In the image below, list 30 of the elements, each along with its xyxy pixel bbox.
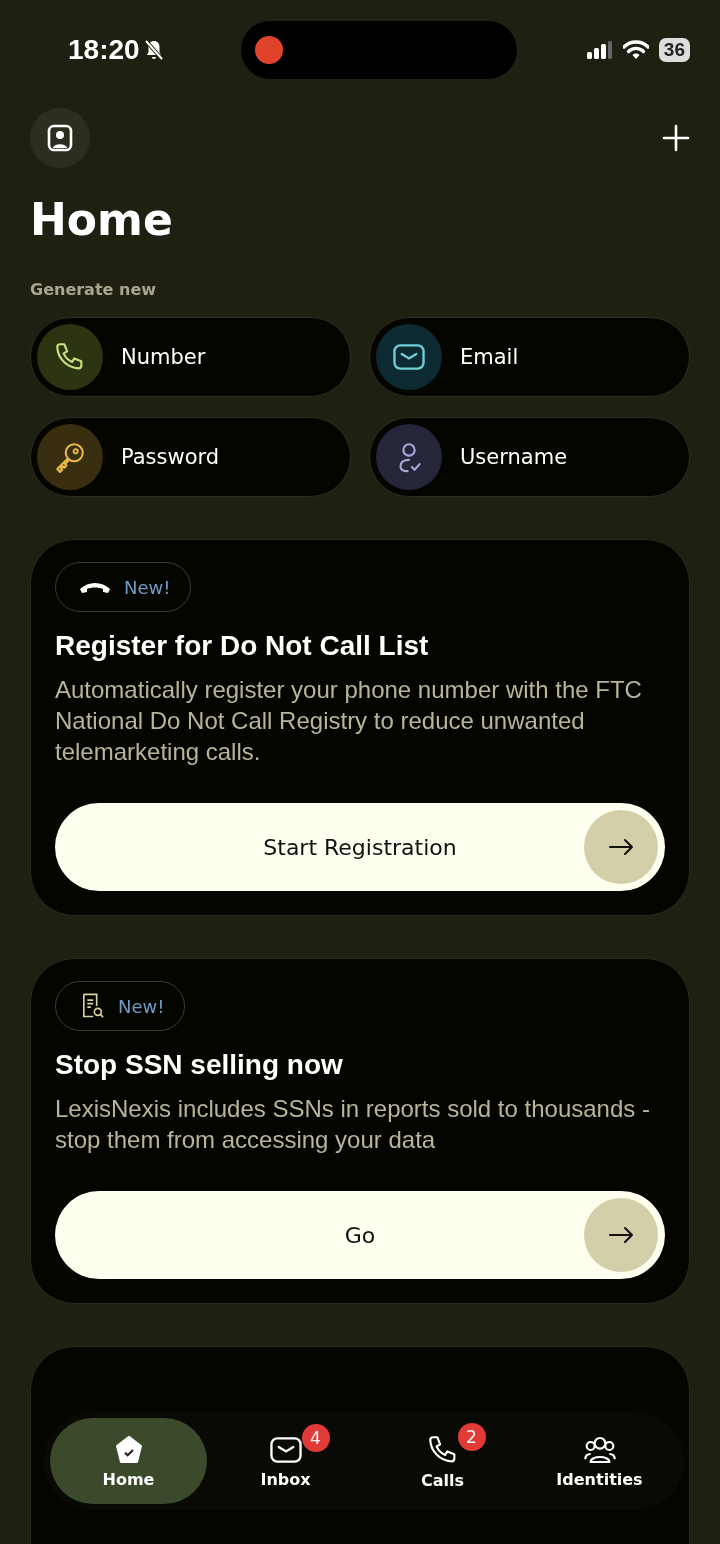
- card-title: Stop SSN selling now: [55, 1049, 344, 1081]
- notification-badge: 4: [301, 1423, 330, 1452]
- action-button[interactable]: Go: [55, 1191, 665, 1279]
- generate-button[interactable]: Password: [30, 417, 351, 497]
- badge-label: New!: [124, 576, 171, 598]
- page-title: Home: [30, 193, 174, 247]
- arrow-right-icon: [582, 1196, 660, 1274]
- generate-button[interactable]: Number: [30, 317, 351, 397]
- notification-badge: 2: [457, 1422, 486, 1451]
- phone-hang-up-icon: [78, 580, 112, 594]
- signal-icon: [586, 41, 613, 59]
- generate-button[interactable]: Username: [369, 417, 690, 497]
- tab[interactable]: 2 Calls: [364, 1418, 521, 1504]
- envelope-icon: [391, 341, 427, 373]
- add-icon[interactable]: [662, 124, 690, 152]
- card-description: Automatically register your phone number with the FTC National Do Not Call Registry to reduce unwanted telemarketing calls.: [55, 675, 643, 767]
- arrow-right-icon: [582, 808, 660, 886]
- action-button[interactable]: Start Registration: [55, 803, 665, 891]
- clock-time: 18:20: [68, 34, 140, 66]
- tab[interactable]: 4 Inbox: [207, 1418, 364, 1504]
- card-description: LexisNexis includes SSNs in reports sold to thousands - stop them from accessing your data: [55, 1094, 651, 1155]
- section-label: Generate new: [30, 280, 157, 299]
- battery-indicator: 36: [658, 38, 690, 62]
- badge-label: New!: [118, 995, 165, 1017]
- generate-button[interactable]: Email: [369, 317, 690, 397]
- key-icon: [53, 440, 87, 474]
- tab[interactable]: Home: [50, 1418, 207, 1504]
- tab[interactable]: Identities: [521, 1418, 678, 1504]
- wifi-icon: [622, 40, 649, 60]
- card-title: Register for Do Not Call List: [55, 630, 430, 662]
